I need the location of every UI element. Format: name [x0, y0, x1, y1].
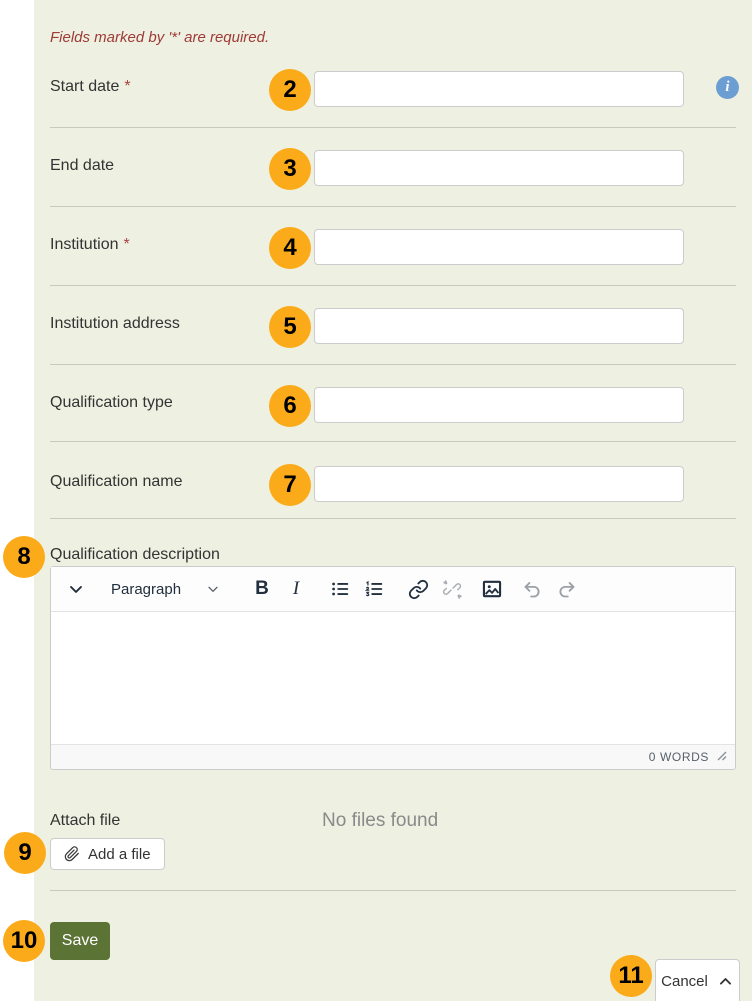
end-date-input[interactable] [314, 150, 684, 186]
add-a-file-label: Add a file [88, 846, 151, 863]
annotation-badge-4: 4 [269, 227, 311, 269]
annotation-badge-6: 6 [269, 385, 311, 427]
annotation-badge-2: 2 [269, 69, 311, 111]
qualification-type-label: Qualification type [50, 394, 173, 412]
editor-resize-handle-icon[interactable] [716, 750, 729, 764]
bold-icon[interactable]: B [245, 572, 279, 606]
qualification-description-label: Qualification description [50, 546, 220, 564]
numbered-list-icon[interactable] [357, 572, 391, 606]
word-count: 0 WORDS [649, 750, 709, 764]
end-date-label: End date [50, 157, 114, 175]
start-date-label: Start date* [50, 78, 131, 96]
annotation-badge-3: 3 [269, 148, 311, 190]
row-divider [50, 285, 736, 286]
annotated-form-page: Fields marked by '*' are required. Start… [0, 0, 752, 1001]
bullet-list-icon[interactable] [323, 572, 357, 606]
annotation-badge-5: 5 [269, 306, 311, 348]
row-divider [50, 441, 736, 442]
editor-toolbar: Paragraph B I [51, 567, 735, 612]
chevron-down-icon [205, 581, 221, 597]
institution-input[interactable] [314, 229, 684, 265]
add-a-file-button[interactable]: Add a file [50, 838, 165, 870]
qualification-name-input[interactable] [314, 466, 684, 502]
required-marker: * [123, 236, 129, 253]
editor-content-area[interactable] [51, 612, 735, 744]
annotation-badge-10: 10 [3, 920, 45, 962]
paragraph-format-label: Paragraph [111, 581, 181, 598]
row-divider [50, 364, 736, 365]
cancel-button[interactable]: Cancel [655, 959, 740, 1001]
italic-icon[interactable]: I [279, 572, 313, 606]
start-date-input[interactable] [314, 71, 684, 107]
chevron-up-icon [717, 973, 734, 990]
insert-link-icon[interactable] [401, 572, 435, 606]
editor-status-bar: 0 WORDS [51, 744, 735, 769]
annotation-badge-9: 9 [4, 832, 46, 874]
toolbar-more-chevron-down-icon[interactable] [59, 572, 93, 606]
qualification-type-input[interactable] [314, 387, 684, 423]
save-button[interactable]: Save [50, 922, 110, 960]
rich-text-editor: Paragraph B I [50, 566, 736, 770]
required-marker: * [124, 78, 130, 95]
no-files-found-text: No files found [322, 810, 438, 832]
redo-icon[interactable] [549, 572, 583, 606]
row-divider [50, 890, 736, 891]
institution-address-input[interactable] [314, 308, 684, 344]
annotation-badge-11: 11 [610, 955, 652, 997]
row-divider [50, 518, 736, 519]
undo-icon[interactable] [515, 572, 549, 606]
attach-file-label: Attach file [50, 812, 120, 830]
paperclip-icon [64, 846, 80, 862]
required-fields-note: Fields marked by '*' are required. [50, 29, 269, 46]
annotation-badge-8: 8 [3, 536, 45, 578]
institution-address-label: Institution address [50, 315, 180, 333]
row-divider [50, 206, 736, 207]
info-icon[interactable]: i [716, 76, 739, 99]
qualification-name-label: Qualification name [50, 473, 183, 491]
row-divider [50, 127, 736, 128]
remove-link-icon[interactable] [435, 572, 469, 606]
paragraph-format-dropdown[interactable]: Paragraph [111, 581, 221, 598]
annotation-badge-7: 7 [269, 464, 311, 506]
institution-label: Institution* [50, 236, 130, 254]
cancel-label: Cancel [661, 973, 708, 990]
insert-image-icon[interactable] [475, 572, 509, 606]
